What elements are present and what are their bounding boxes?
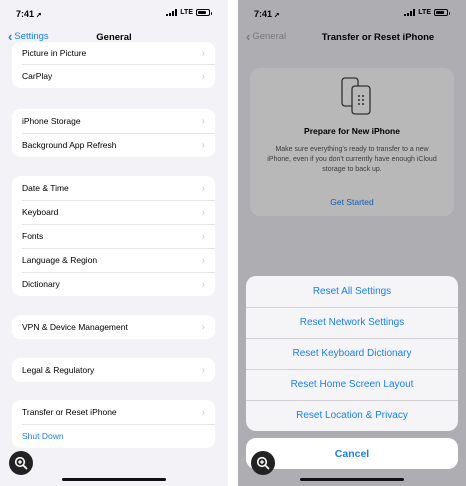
row-label: Fonts bbox=[22, 231, 44, 241]
settings-group-1: Picture in Picture › CarPlay › bbox=[12, 42, 215, 88]
row-label: Legal & Regulatory bbox=[22, 365, 95, 375]
cancel-button[interactable]: Cancel bbox=[246, 438, 458, 469]
row-carplay[interactable]: CarPlay › bbox=[12, 64, 215, 88]
row-label: Language & Region bbox=[22, 255, 98, 265]
magnifier-plus-icon bbox=[256, 456, 270, 470]
row-background-app-refresh[interactable]: Background App Refresh › bbox=[12, 133, 215, 157]
chevron-right-icon: › bbox=[201, 254, 205, 266]
chevron-right-icon: › bbox=[201, 278, 205, 290]
reset-action-sheet: Reset All Settings Reset Network Setting… bbox=[246, 276, 458, 431]
row-label: Date & Time bbox=[22, 183, 69, 193]
chevron-right-icon: › bbox=[201, 47, 205, 59]
settings-group-4: VPN & Device Management › bbox=[12, 315, 215, 339]
row-label: Transfer or Reset iPhone bbox=[22, 407, 117, 417]
status-time: 7:41 ➚ bbox=[16, 9, 42, 19]
row-label: iPhone Storage bbox=[22, 116, 81, 126]
status-indicators: LTE bbox=[166, 9, 212, 16]
chevron-right-icon: › bbox=[201, 182, 205, 194]
row-keyboard[interactable]: Keyboard › bbox=[12, 200, 215, 224]
row-fonts[interactable]: Fonts › bbox=[12, 224, 215, 248]
transfer-reset-screen: 7:41 ➚ LTE ‹ General Transfer or Reset iPh… bbox=[238, 0, 466, 486]
magnifier-plus-icon bbox=[14, 456, 28, 470]
chevron-right-icon: › bbox=[201, 406, 205, 418]
zoom-button[interactable] bbox=[9, 451, 33, 475]
row-label: CarPlay bbox=[22, 71, 53, 81]
chevron-right-icon: › bbox=[201, 321, 205, 333]
carrier-label: LTE bbox=[180, 9, 193, 16]
row-iphone-storage[interactable]: iPhone Storage › bbox=[12, 109, 215, 133]
reset-network-settings-button[interactable]: Reset Network Settings bbox=[246, 307, 458, 338]
settings-group-3: Date & Time › Keyboard › Fonts › Language &… bbox=[12, 176, 215, 296]
row-dictionary[interactable]: Dictionary › bbox=[12, 272, 215, 296]
reset-home-screen-layout-button[interactable]: Reset Home Screen Layout bbox=[246, 369, 458, 400]
reset-location-privacy-button[interactable]: Reset Location & Privacy bbox=[246, 400, 458, 431]
row-label: VPN & Device Management bbox=[22, 322, 128, 332]
reset-keyboard-dictionary-button[interactable]: Reset Keyboard Dictionary bbox=[246, 338, 458, 369]
general-settings-screen: 7:41 ➚ LTE ‹ Settings General Picture in P… bbox=[0, 0, 228, 486]
settings-group-2: iPhone Storage › Background App Refresh › bbox=[12, 109, 215, 157]
row-picture-in-picture[interactable]: Picture in Picture › bbox=[12, 42, 215, 64]
zoom-button[interactable] bbox=[251, 451, 275, 475]
shut-down-button[interactable]: Shut Down bbox=[12, 424, 215, 448]
home-indicator bbox=[300, 478, 404, 481]
row-label: Dictionary bbox=[22, 279, 60, 289]
settings-group-6: Transfer or Reset iPhone › Shut Down bbox=[12, 400, 215, 448]
chevron-right-icon: › bbox=[201, 139, 205, 151]
row-language-region[interactable]: Language & Region › bbox=[12, 248, 215, 272]
home-indicator bbox=[62, 478, 166, 481]
location-arrow-icon: ➚ bbox=[36, 12, 42, 19]
reset-all-settings-button[interactable]: Reset All Settings bbox=[246, 276, 458, 307]
chevron-right-icon: › bbox=[201, 364, 205, 376]
row-label: Picture in Picture bbox=[22, 48, 87, 58]
chevron-right-icon: › bbox=[201, 115, 205, 127]
settings-group-5: Legal & Regulatory › bbox=[12, 358, 215, 382]
signal-bars-icon bbox=[166, 9, 178, 16]
battery-icon bbox=[196, 9, 212, 16]
chevron-right-icon: › bbox=[201, 206, 205, 218]
row-label: Shut Down bbox=[22, 431, 64, 441]
row-vpn-device-management[interactable]: VPN & Device Management › bbox=[12, 315, 215, 339]
chevron-right-icon: › bbox=[201, 230, 205, 242]
status-bar: 7:41 ➚ LTE bbox=[0, 0, 228, 24]
row-date-time[interactable]: Date & Time › bbox=[12, 176, 215, 200]
chevron-right-icon: › bbox=[201, 70, 205, 82]
row-label: Keyboard bbox=[22, 207, 59, 217]
row-transfer-reset[interactable]: Transfer or Reset iPhone › bbox=[12, 400, 215, 424]
row-legal-regulatory[interactable]: Legal & Regulatory › bbox=[12, 358, 215, 382]
row-label: Background App Refresh bbox=[22, 140, 117, 150]
